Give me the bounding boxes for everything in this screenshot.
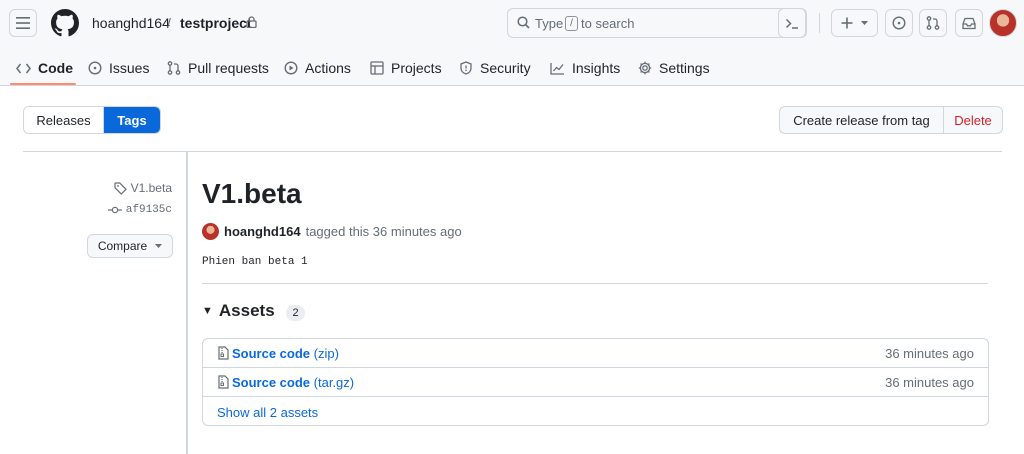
code-icon	[16, 63, 31, 73]
table-icon	[370, 61, 384, 75]
gear-icon	[638, 61, 652, 75]
asset-time: 36 minutes ago	[885, 375, 974, 390]
search-placeholder-prefix: Type	[535, 16, 564, 31]
releases-tab-button[interactable]: Releases	[24, 107, 104, 133]
tab-settings[interactable]: Settings	[638, 50, 710, 86]
author-link[interactable]: hoanghd164	[224, 224, 301, 239]
breadcrumb-separator: /	[167, 15, 171, 31]
inbox-button[interactable]	[955, 9, 983, 37]
lock-icon	[246, 16, 257, 28]
hamburger-icon	[16, 17, 30, 29]
list-item: Source code (zip) 36 minutes ago	[203, 339, 988, 368]
repo-owner-link[interactable]: hoanghd164	[92, 15, 170, 31]
tab-label: Actions	[305, 60, 351, 76]
asset-link[interactable]: Source code (tar.gz)	[232, 375, 354, 390]
tab-label: Insights	[572, 60, 621, 76]
tag-name: V1.beta	[130, 181, 172, 195]
timeline-line	[186, 152, 188, 454]
body-divider	[202, 283, 988, 284]
user-avatar[interactable]	[989, 9, 1017, 37]
top-bar: hoanghd164 / testproject Type / to searc…	[0, 0, 1024, 46]
search-placeholder-suffix: to search	[581, 16, 635, 31]
tab-label: Settings	[659, 60, 710, 76]
search-input[interactable]: Type / to search	[507, 8, 807, 38]
tab-actions[interactable]: Actions	[284, 50, 351, 86]
tab-label: Issues	[109, 60, 150, 76]
issue-icon	[88, 61, 102, 75]
app-header: hoanghd164 / testproject Type / to searc…	[0, 0, 1024, 86]
compare-label: Compare	[97, 239, 148, 253]
release-title: V1.beta	[202, 178, 302, 209]
release-action-text: tagged this 36 minutes ago	[305, 223, 462, 239]
delete-button[interactable]: Delete	[944, 107, 1002, 133]
triangle-down-icon	[155, 243, 163, 248]
commit-icon	[107, 206, 122, 214]
tab-code[interactable]: Code	[16, 50, 73, 86]
section-divider	[23, 151, 1002, 152]
github-logo[interactable]	[51, 9, 79, 37]
compare-dropdown[interactable]: Compare	[87, 234, 173, 258]
git-pull-request-icon	[926, 16, 940, 30]
file-zip-icon	[218, 346, 229, 360]
pull-request-icon	[167, 61, 181, 75]
command-palette-button[interactable]	[778, 8, 806, 38]
tab-pull-requests[interactable]: Pull requests	[167, 50, 269, 86]
issues-button[interactable]	[885, 9, 913, 37]
terminal-icon	[785, 18, 798, 29]
assets-list: Source code (zip) 36 minutes ago Source …	[202, 338, 989, 426]
show-all-assets-link[interactable]: Show all 2 assets	[217, 405, 318, 420]
tab-label: Security	[480, 60, 531, 76]
tab-issues[interactable]: Issues	[88, 50, 149, 86]
create-release-button[interactable]: Create release from tag	[780, 107, 944, 133]
tab-projects[interactable]: Projects	[370, 50, 442, 86]
github-icon	[51, 9, 79, 37]
assets-heading: Assets	[218, 301, 275, 320]
file-zip-icon	[218, 375, 229, 389]
toolbar-divider	[819, 13, 820, 33]
create-new-button[interactable]	[831, 9, 878, 37]
commit-link[interactable]: af9135c	[107, 204, 172, 216]
issue-opened-icon	[892, 16, 906, 30]
search-shortcut-key: /	[565, 16, 578, 31]
tag-link[interactable]: V1.beta	[114, 181, 172, 195]
plus-icon	[841, 17, 853, 29]
active-tab-indicator	[10, 83, 76, 85]
asset-name: Source code	[232, 346, 311, 361]
graph-icon	[550, 62, 564, 75]
asset-name: Source code	[232, 375, 311, 390]
commit-sha: af9135c	[125, 204, 172, 216]
tab-insights[interactable]: Insights	[550, 50, 620, 86]
list-item: Source code (tar.gz) 36 minutes ago	[203, 368, 988, 397]
releases-tags-switch: Releases Tags	[23, 106, 161, 134]
tab-security[interactable]: Security	[459, 50, 531, 86]
author-avatar[interactable]	[202, 222, 219, 240]
assets-toggle[interactable]: ▼ Assets	[202, 301, 275, 321]
caret-down-icon: ▼	[202, 305, 213, 317]
repo-name-link[interactable]: testproject	[180, 15, 252, 31]
asset-link[interactable]: Source code (zip)	[232, 346, 339, 361]
tag-actions: Create release from tag Delete	[779, 106, 1003, 134]
triangle-down-icon	[861, 20, 868, 25]
show-all-row: Show all 2 assets	[203, 397, 988, 426]
asset-time: 36 minutes ago	[885, 346, 974, 361]
assets-count-badge: 2	[286, 305, 305, 321]
menu-button[interactable]	[9, 9, 37, 37]
tab-label: Pull requests	[188, 60, 269, 76]
release-body: Phien ban beta 1	[202, 256, 308, 268]
repo-nav: Code Issues Pull requests Actions Projec…	[0, 50, 1024, 86]
search-icon	[517, 16, 530, 29]
pull-requests-button[interactable]	[919, 9, 947, 37]
asset-ext: (zip)	[313, 346, 339, 361]
shield-icon	[460, 61, 472, 75]
tag-icon	[114, 181, 127, 195]
tags-tab-button[interactable]: Tags	[104, 107, 160, 133]
tab-label: Code	[38, 60, 73, 76]
tab-label: Projects	[391, 60, 442, 76]
asset-ext: (tar.gz)	[313, 375, 355, 390]
release-author-row: hoanghd164 tagged this 36 minutes ago	[202, 222, 462, 240]
play-icon	[284, 61, 298, 75]
inbox-icon	[962, 17, 976, 29]
